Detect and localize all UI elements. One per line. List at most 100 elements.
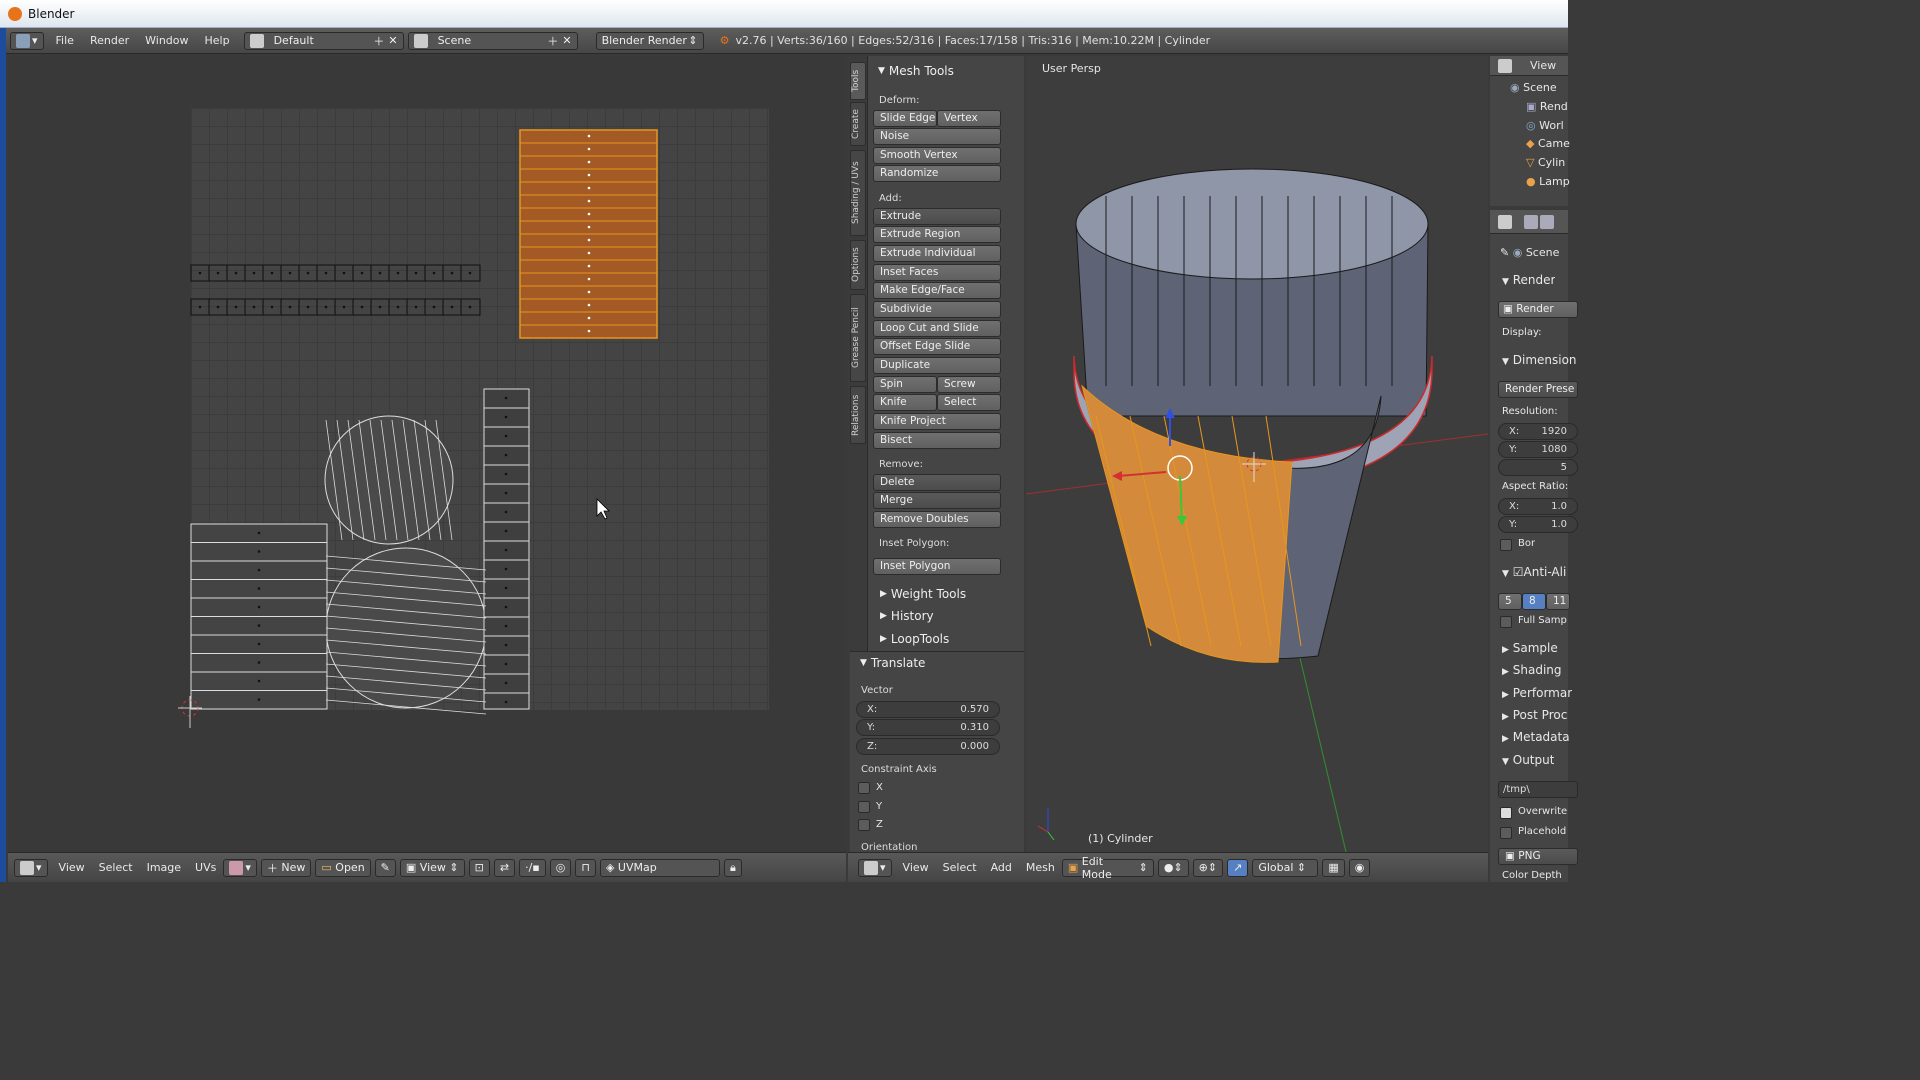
render-tab-icon[interactable] [1524, 214, 1538, 229]
render-engine-select[interactable]: Blender Render ⇕ [595, 31, 704, 50]
knife-select-button[interactable]: Select [937, 394, 1001, 411]
make-edge-face-button[interactable]: Make Edge/Face [873, 282, 1001, 299]
select-mode-buttons[interactable]: · / ▪ [519, 858, 546, 877]
aa-5-button[interactable]: 5 [1498, 593, 1522, 610]
pin-scene-row[interactable]: ✎ ◉ Scene [1500, 246, 1559, 259]
menu-file[interactable]: File [48, 34, 82, 47]
outliner-item-lamp[interactable]: ● Lamp [1526, 175, 1570, 188]
panel-weight-tools[interactable]: ▶ Weight Tools [872, 583, 966, 605]
layout-selector[interactable]: Default ＋ ✕ [243, 31, 404, 50]
slide-edge-button[interactable]: Slide Edge [873, 110, 937, 127]
outliner-item-world[interactable]: ◎ Worl [1526, 119, 1564, 132]
tab-relations[interactable]: Relations [850, 386, 866, 444]
performance-panel[interactable]: ▶ Performar [1502, 686, 1572, 700]
shading-select[interactable]: ● ⇕ [1157, 858, 1189, 877]
outliner-item-cylinder[interactable]: ▽ Cylin [1526, 156, 1565, 169]
render-panel-header[interactable]: ▼ Render [1502, 273, 1555, 287]
outliner-item-camera[interactable]: ◆ Came [1526, 137, 1570, 150]
screw-button[interactable]: Screw [937, 376, 1001, 393]
add-scene-icon[interactable]: ＋ [547, 33, 558, 49]
file-format-dropdown[interactable]: ▣ PNG [1498, 848, 1578, 865]
full-sample-checkbox[interactable] [1500, 616, 1512, 628]
placeholders-checkbox[interactable] [1500, 827, 1512, 839]
pin-image-button[interactable]: ✎ [374, 858, 396, 877]
extrude-region-button[interactable]: Extrude Region [873, 226, 1001, 243]
vector-y-field[interactable]: Y: 0.310 [856, 719, 1000, 736]
constraint-x-checkbox[interactable] [858, 782, 870, 794]
anti-alias-check-icon[interactable]: ☑ [1513, 565, 1524, 579]
view3d-menu-mesh[interactable]: Mesh [1019, 861, 1062, 874]
uv-menu-image[interactable]: Image [140, 861, 188, 874]
image-browse-button[interactable]: ▾ [223, 858, 257, 877]
constraint-z-checkbox[interactable] [858, 819, 870, 831]
knife-button[interactable]: Knife [873, 394, 937, 411]
render-presets-dropdown[interactable]: Render Prese [1498, 381, 1578, 398]
spin-button[interactable]: Spin [873, 376, 937, 393]
metadata-panel[interactable]: ▶ Metadata [1502, 730, 1570, 744]
panel-history[interactable]: ▶ History [872, 605, 934, 627]
aspect-x-field[interactable]: X: 1.0 [1498, 498, 1578, 515]
randomize-button[interactable]: Randomize [873, 165, 1001, 182]
uv-menu-select[interactable]: Select [92, 861, 140, 874]
constraint-y-checkbox[interactable] [858, 801, 870, 813]
menu-window[interactable]: Window [137, 34, 196, 47]
overwrite-checkbox[interactable] [1500, 807, 1512, 819]
layer-buttons[interactable]: ▦ [1322, 858, 1345, 877]
uv-menu-view[interactable]: View [52, 861, 92, 874]
cylinder-mesh[interactable] [1073, 168, 1433, 663]
aspect-y-field[interactable]: Y: 1.0 [1498, 516, 1578, 533]
slide-vertex-button[interactable]: Vertex [937, 110, 1001, 127]
manipulator-buttons[interactable]: ↗ [1227, 858, 1249, 877]
bisect-button[interactable]: Bisect [873, 432, 1001, 449]
sync-selection-button[interactable]: ⇄ [493, 858, 516, 877]
add-layout-icon[interactable]: ＋ [373, 33, 384, 49]
loop-cut-button[interactable]: Loop Cut and Slide [873, 320, 1001, 337]
tab-grease-pencil[interactable]: Grease Pencil [850, 294, 866, 382]
remove-doubles-button[interactable]: Remove Doubles [873, 511, 1001, 528]
border-checkbox[interactable] [1500, 539, 1512, 551]
view3d-menu-view[interactable]: View [896, 861, 936, 874]
render-preview-button[interactable]: ◉ [1348, 858, 1371, 877]
extrude-dropdown[interactable]: Extrude [873, 208, 1001, 225]
open-image-button[interactable]: ▭ Open [315, 858, 371, 877]
remove-layout-icon[interactable]: ✕ [388, 34, 397, 47]
tab-shading-uvs[interactable]: Shading / UVs [850, 150, 866, 236]
view3d-menu-select[interactable]: Select [936, 861, 984, 874]
smooth-vertex-button[interactable]: Smooth Vertex [873, 147, 1001, 164]
offset-edge-button[interactable]: Offset Edge Slide [873, 338, 1001, 355]
scene-selector[interactable]: Scene ＋ ✕ [407, 31, 578, 50]
dimensions-panel-header[interactable]: ▼ Dimension [1502, 353, 1577, 367]
outliner-view-menu[interactable]: View [1530, 59, 1556, 72]
lock-button[interactable]: 🔒︎ [723, 858, 742, 877]
inset-polygon-button[interactable]: Inset Polygon [873, 558, 1001, 575]
uvmap-select[interactable]: ◈ UVMap [599, 858, 720, 877]
mode-select[interactable]: ▣ Edit Mode ⇕ [1061, 855, 1154, 881]
sampled-motion-blur-panel[interactable]: ▶ Sample [1502, 641, 1558, 655]
post-processing-panel[interactable]: ▶ Post Proc [1502, 708, 1567, 722]
selected-faces[interactable] [1081, 384, 1293, 663]
editor-type-button[interactable]: ▾ [858, 858, 892, 877]
panel-looptools[interactable]: ▶ LoopTools [872, 628, 949, 650]
output-panel-header[interactable]: ▼ Output [1502, 753, 1554, 767]
resolution-x-field[interactable]: X: 1920 [1498, 423, 1578, 440]
inset-faces-button[interactable]: Inset Faces [873, 264, 1001, 281]
outliner-item-render[interactable]: ▣ Rend [1526, 100, 1568, 113]
new-image-button[interactable]: ＋ New [260, 858, 312, 877]
proportional-edit-button[interactable]: ◎ [549, 858, 572, 877]
snap-button[interactable]: ⊓ [575, 858, 596, 877]
editor-type-button[interactable]: ▾ [10, 31, 44, 50]
vector-z-field[interactable]: Z: 0.000 [856, 738, 1000, 755]
properties-icon[interactable] [1498, 214, 1512, 229]
outliner-item-scene[interactable]: ◉ Scene [1510, 81, 1557, 94]
transform-orientation-select[interactable]: Global ⇕ [1252, 858, 1319, 877]
menu-help[interactable]: Help [197, 34, 238, 47]
render-button[interactable]: ▣ Render [1498, 301, 1578, 318]
tab-create[interactable]: Create [850, 102, 866, 146]
delete-dropdown[interactable]: Delete [873, 474, 1001, 491]
panel-header-mesh-tools[interactable]: ▼ Mesh Tools [870, 60, 954, 82]
knife-project-button[interactable]: Knife Project [873, 413, 1001, 430]
duplicate-button[interactable]: Duplicate [873, 357, 1001, 374]
noise-button[interactable]: Noise [873, 128, 1001, 145]
remove-scene-icon[interactable]: ✕ [562, 34, 571, 47]
view-mode-select[interactable]: ▣ View ⇕ [399, 858, 465, 877]
